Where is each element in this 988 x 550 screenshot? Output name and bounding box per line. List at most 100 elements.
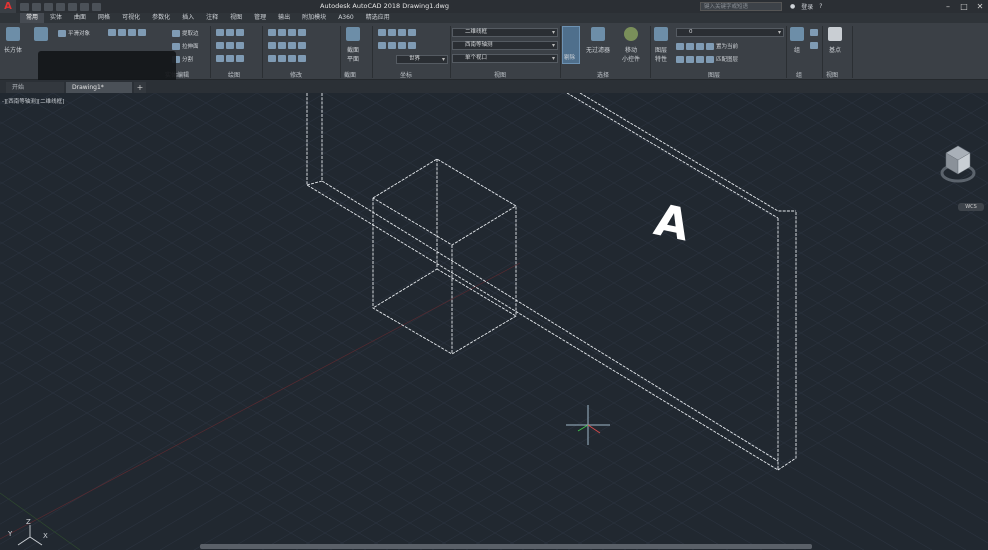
mirror-icon[interactable] [278,42,286,49]
interfere-icon[interactable] [138,29,146,36]
ucs-zaxis-icon[interactable] [388,42,396,49]
redo-icon[interactable] [92,2,101,11]
ellipse-icon[interactable] [236,42,244,49]
view-panel2-label[interactable]: 视图 [826,70,838,79]
extrude-face-button[interactable]: 拉伸面 [172,42,199,50]
save-as-icon[interactable] [56,2,65,11]
ribbon-tab[interactable]: 输出 [272,13,296,23]
drawing-canvas[interactable]: A Z Y X [0,93,988,550]
scale-icon[interactable] [278,55,286,62]
group-button[interactable]: 组 [790,27,804,54]
ucs-object-icon[interactable] [408,42,416,49]
new-icon[interactable] [20,2,29,11]
close-icon[interactable]: ✕ [972,0,988,13]
ucs-world-dropdown[interactable]: 世界 [396,55,448,64]
ribbon-tab[interactable]: 曲面 [68,13,92,23]
intersect-icon[interactable] [128,29,136,36]
ungroup-icon[interactable] [810,29,818,36]
hatch-icon[interactable] [226,55,234,62]
section-panel-label[interactable]: 截面 [344,70,356,79]
ribbon-tab[interactable]: 参数化 [146,13,176,23]
view-panel-label[interactable]: 视图 [494,70,506,79]
extrude-button[interactable] [34,27,48,45]
print-icon[interactable] [68,2,77,11]
open-icon[interactable] [32,2,41,11]
box-button[interactable]: 长方体 [4,27,22,54]
ribbon-tab[interactable]: 网格 [92,13,116,23]
ribbon-tab[interactable]: 可视化 [116,13,146,23]
offset-icon[interactable] [298,42,306,49]
move-icon[interactable] [268,29,276,36]
spline-icon[interactable] [216,42,224,49]
ribbon-tab[interactable]: 常用 [20,13,45,23]
copy-icon[interactable] [268,42,276,49]
filter-button[interactable]: 无过滤器 [586,27,610,54]
smooth-object-button[interactable]: 平滑对象 [58,29,90,37]
user-icon[interactable]: ● [790,3,795,10]
ribbon-tab[interactable]: 实体 [44,13,68,23]
maximize-icon[interactable]: □ [956,0,972,13]
group-panel-label[interactable]: 组 [796,70,802,79]
erase-icon[interactable] [288,55,296,62]
tab-drawing1[interactable]: Drawing1* [66,82,132,93]
search-input[interactable]: 键入关键字或短语 [700,2,782,11]
viewport-config-dropdown[interactable]: 单个视口 [452,54,558,63]
union-icon[interactable] [108,29,116,36]
polyline-icon[interactable] [216,29,224,36]
rotate-icon[interactable] [278,29,286,36]
ribbon-tab[interactable]: 附加模块 [296,13,332,23]
array-icon[interactable] [288,42,296,49]
ribbon-tab[interactable]: 注释 [200,13,224,23]
selection-panel-label[interactable]: 选择 [597,70,609,79]
new-tab-button[interactable]: + [134,82,146,93]
tab-start[interactable]: 开始 [6,82,64,93]
ucs-origin-icon[interactable] [378,42,386,49]
ribbon-tab[interactable]: 精选应用 [360,13,396,23]
explode-icon[interactable] [298,55,306,62]
ribbon-tab[interactable]: 管理 [248,13,272,23]
viewport-label[interactable]: -][西南等轴测][二维线框] [2,97,64,105]
draw-panel-label[interactable]: 绘图 [228,70,240,79]
extract-edges-button[interactable]: 提取边 [172,29,199,37]
ucs-world-icon[interactable] [398,29,406,36]
arc-icon[interactable] [236,29,244,36]
ribbon-tab[interactable]: A360 [332,13,360,23]
save-icon[interactable] [44,2,53,11]
ribbon-tab[interactable]: 视图 [224,13,248,23]
grid-line [0,93,156,185]
fillet-icon[interactable] [298,29,306,36]
line-icon[interactable] [226,42,234,49]
ucs-3point-icon[interactable] [398,42,406,49]
layer-properties-button[interactable]: 图层 特性 [654,27,668,63]
circle-icon[interactable] [226,29,234,36]
rectangle-icon[interactable] [216,55,224,62]
move-gizmo-button[interactable]: 移动 小控件 [622,27,640,63]
stretch-icon[interactable] [268,55,276,62]
layers-panel-label[interactable]: 图层 [708,70,720,79]
undo-icon[interactable] [80,2,89,11]
wcs-menu[interactable]: WCS [958,203,984,211]
drawing-viewport[interactable]: A Z Y X -][西南等轴测][二维线框] WCS [0,93,988,550]
region-icon[interactable] [236,55,244,62]
signin-link[interactable]: 登录 [801,2,813,11]
ucs-icon[interactable] [378,29,386,36]
layer-dropdown[interactable]: 0 [676,28,784,37]
autocad-logo-icon[interactable]: A [0,0,16,13]
coordinates-panel-label[interactable]: 坐标 [400,70,412,79]
subtract-icon[interactable] [118,29,126,36]
minimize-icon[interactable]: – [940,0,956,13]
set-current-button[interactable]: 置为当前 [676,42,738,50]
modify-panel-label[interactable]: 修改 [290,70,302,79]
ucs-view-icon[interactable] [408,29,416,36]
base-point-button[interactable]: 基点 [828,27,842,54]
ucs-named-icon[interactable] [388,29,396,36]
visual-style-dropdown[interactable]: 二维线框 [452,28,558,37]
help-icon[interactable]: ? [819,3,822,10]
horizontal-scrollbar[interactable] [200,544,812,549]
view-dropdown[interactable]: 西南等轴测 [452,41,558,50]
trim-icon[interactable] [288,29,296,36]
section-plane-button[interactable]: 截面 平面 [346,27,360,63]
ribbon-tab[interactable]: 插入 [176,13,200,23]
match-layer-button[interactable]: 匹配图层 [676,55,738,63]
group-edit-icon[interactable] [810,42,818,49]
